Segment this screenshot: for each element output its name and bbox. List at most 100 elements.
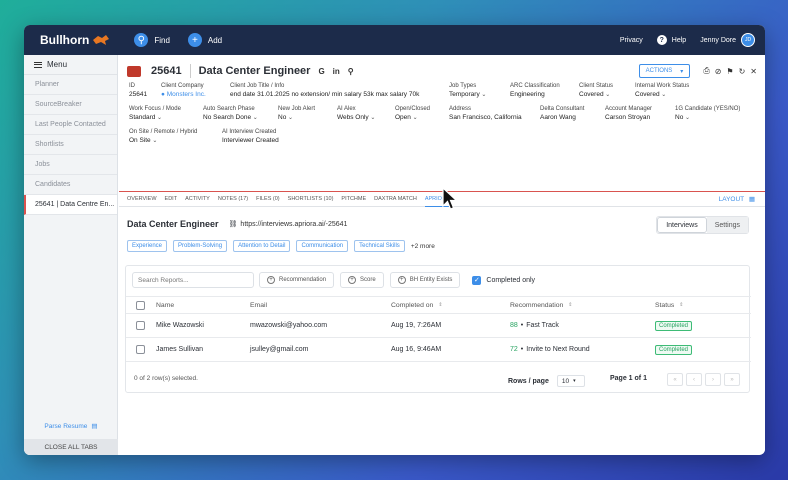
brand-name: Bullhorn [40,33,90,47]
help-label: Help [671,36,687,44]
recommendation-cell: 72 • Invite to Next Round [510,338,590,361]
sidebar-item-jobs[interactable]: Jobs [24,155,117,175]
tab-daxtra-match[interactable]: DAXTRA MATCH [374,191,417,207]
interview-url-link[interactable]: https://interviews.apriora.ai/-25641 [240,221,347,228]
recommendation-filter-button[interactable]: + Recommendation [259,272,335,288]
table-row[interactable]: James Sullivan jsulley@gmail.com Aug 16,… [126,338,751,362]
row-select-cell [136,314,145,337]
select-all-cell [136,297,145,313]
field-label: Client Job Title / Info [230,83,285,89]
field-value: San Francisco, California [449,114,522,121]
menu-toggle[interactable]: Menu [24,55,117,75]
field-value: Aaron Wang [540,114,576,121]
find-button[interactable]: ⚲ Find [134,33,170,47]
attach-icon[interactable]: ⊘ [715,67,722,76]
column-completed-on[interactable]: Completed on ⇕ [391,297,443,313]
checkbox-checked-icon[interactable]: ✓ [472,275,482,285]
sidebar-item-planner[interactable]: Planner [24,75,117,95]
help-button[interactable]: ? Help [656,35,687,45]
sidebar-item-sourcebreaker[interactable]: SourceBreaker [24,95,117,115]
column-status[interactable]: Status ⇕ [655,297,683,313]
add-label: Add [207,35,223,45]
actions-dropdown[interactable]: ACTIONS ▾ [638,64,691,78]
print-icon[interactable]: ⎙ [703,66,709,76]
rows-per-page: Rows / page 10 ▾ [508,375,585,387]
column-email[interactable]: Email [250,297,267,313]
client-company-link[interactable]: ● Monsters Inc. [161,91,206,98]
field-value-dropdown[interactable]: Open [395,114,430,121]
sidebar-item-current-job[interactable]: 25641 | Data Centre En... [24,195,117,215]
tab-overview[interactable]: OVERVIEW [127,191,157,207]
rows-per-page-select[interactable]: 10 ▾ [556,375,585,387]
privacy-link[interactable]: Privacy [620,37,643,44]
row-checkbox[interactable] [136,321,145,330]
prev-page-icon[interactable]: ‹ [686,373,702,386]
column-recommendation[interactable]: Recommendation ⇕ [510,297,572,313]
file-icon: ▤ [91,423,98,430]
skill-chip: Communication [296,240,349,252]
field-label: On Site / Remote / Hybrid [129,129,198,135]
field-row: Work Focus / Mode Standard Auto Search P… [127,106,757,129]
next-page-icon[interactable]: › [705,373,721,386]
completed-only-toggle[interactable]: ✓ Completed only [472,275,535,285]
tab-shortlists[interactable]: SHORTLISTS (10) [288,191,334,207]
sidebar-item-shortlists[interactable]: Shortlists [24,135,117,155]
skill-chip: Experience [127,240,168,252]
column-name[interactable]: Name [156,297,174,313]
location-pin-icon[interactable]: ⚲ [348,67,354,76]
first-page-icon[interactable]: « [667,373,683,386]
sidebar-item-candidates[interactable]: Candidates [24,175,117,195]
tab-notes[interactable]: NOTES (17) [218,191,248,207]
table-row[interactable]: Mike Wazowski mwazowski@yahoo.com Aug 19… [126,314,751,338]
score-filter-button[interactable]: + Score [340,272,384,288]
close-icon[interactable]: ✕ [750,67,757,76]
apriora-title: Data Center Engineer [127,219,219,229]
search-reports-input[interactable] [132,272,254,288]
tab-pitchme[interactable]: PITCHME [341,191,366,207]
pin-icon[interactable]: ⚑ [726,67,733,76]
select-all-checkbox[interactable] [136,300,145,310]
sidebar: Menu Planner SourceBreaker Last People C… [24,55,118,455]
field-value-dropdown[interactable]: Temporary [449,91,486,98]
field-value-dropdown[interactable]: Covered [579,91,613,98]
user-menu[interactable]: Jenny Dore JD [700,33,755,47]
field-value-dropdown[interactable]: Webs Only [337,114,375,121]
user-name: Jenny Dore [700,36,736,44]
tab-interviews[interactable]: Interviews [657,217,707,233]
layout-button[interactable]: LAYOUT ▦ [719,195,755,203]
field-value-dropdown[interactable]: Covered [635,91,689,98]
last-page-icon[interactable]: » [724,373,740,386]
link-icon: ⛓ [228,221,238,228]
reports-table-card: + Recommendation + Score + BH Entity Exi… [125,265,751,393]
field-label: AI Alex [337,106,356,112]
tab-settings[interactable]: Settings [706,217,748,233]
parse-resume-link[interactable]: Parse Resume ▤ [24,419,118,433]
field-value-dropdown[interactable]: No [278,114,315,121]
filter-label: Recommendation [279,277,327,283]
add-button[interactable]: + Add [187,33,223,47]
close-all-tabs-button[interactable]: CLOSE ALL TABS [24,439,118,455]
field-account-manager: Account Manager Carson Stroyan [605,106,652,121]
refresh-icon[interactable]: ↻ [739,67,746,76]
tab-activity[interactable]: ACTIVITY [185,191,210,207]
plus-icon: + [187,33,202,47]
sidebar-item-last-people[interactable]: Last People Contacted [24,115,117,135]
brand-logo[interactable]: Bullhorn [40,33,110,47]
google-icon[interactable]: G [318,67,324,76]
candidate-name: James Sullivan [156,346,204,353]
more-chips-link[interactable]: +2 more [411,243,435,250]
column-label: Name [156,301,175,309]
column-label: Recommendation [510,301,564,309]
linkedin-icon[interactable]: in [333,67,340,76]
tab-edit[interactable]: EDIT [165,191,178,207]
tab-files[interactable]: FILES (0) [256,191,280,207]
field-value-dropdown[interactable]: On Site [129,137,197,144]
field-value-dropdown[interactable]: Standard [129,114,181,121]
field-value-dropdown[interactable]: No [675,114,740,121]
field-value-dropdown[interactable]: No Search Done [203,114,258,121]
bh-entity-filter-button[interactable]: + BH Entity Exists [389,272,461,288]
record-id: 25641 [151,65,182,77]
parse-resume-label: Parse Resume [44,422,88,430]
plus-circle-icon: + [397,276,406,284]
row-checkbox[interactable] [136,345,145,354]
